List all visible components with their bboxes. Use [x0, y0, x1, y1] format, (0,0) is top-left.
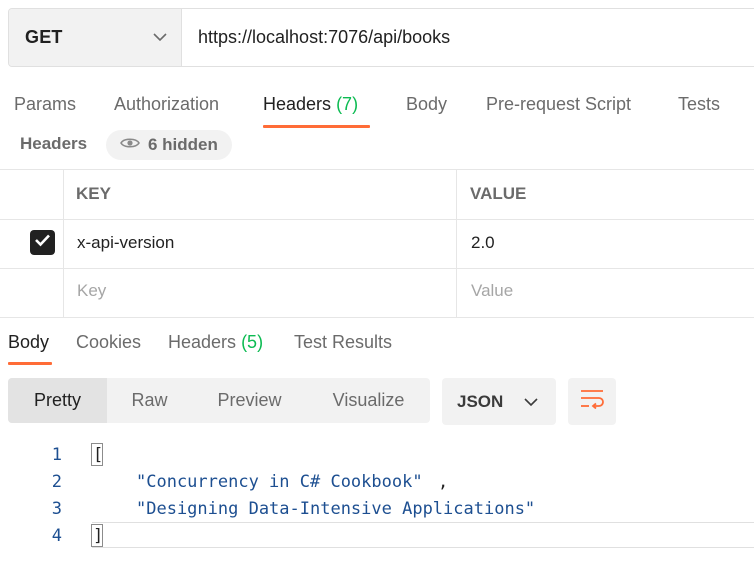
active-tab-indicator [263, 125, 370, 128]
table-border-top [0, 169, 754, 170]
tab-headers-label: Headers [263, 94, 332, 114]
wrap-lines-icon [580, 389, 604, 414]
new-header-key-input[interactable]: Key [77, 281, 106, 301]
view-mode-pretty[interactable]: Pretty [8, 378, 107, 423]
method-label: GET [25, 27, 63, 47]
response-tab-cookies[interactable]: Cookies [76, 332, 141, 353]
view-mode-preview[interactable]: Preview [192, 378, 307, 423]
tab-headers[interactable]: Headers (7) [263, 94, 358, 115]
json-close-bracket: ] [93, 526, 104, 546]
table-border [0, 219, 754, 220]
checkmark-icon [34, 233, 51, 252]
format-select[interactable]: JSON [442, 378, 556, 425]
json-comma: , [438, 472, 449, 492]
current-line-highlight [92, 547, 754, 548]
table-column-divider [63, 169, 64, 317]
header-value-field[interactable]: 2.0 [471, 233, 495, 253]
tab-authorization[interactable]: Authorization [114, 94, 219, 115]
column-header-key: KEY [76, 184, 111, 203]
tab-params[interactable]: Params [14, 94, 76, 115]
method-select[interactable]: GET [9, 9, 182, 66]
eye-icon [120, 135, 148, 155]
json-string: "Concurrency in C# Cookbook" [136, 472, 423, 492]
url-input[interactable]: https://localhost:7076/api/books [182, 9, 754, 66]
table-column-divider [456, 169, 457, 317]
tab-body[interactable]: Body [406, 94, 447, 115]
response-tab-headers-count: (5) [241, 332, 264, 352]
response-tab-body[interactable]: Body [8, 332, 49, 353]
tab-headers-count: (7) [336, 94, 359, 114]
column-header-value: VALUE [470, 184, 527, 203]
line-number: 3 [51, 499, 62, 519]
hidden-headers-label: 6 hidden [148, 135, 218, 154]
tab-pre-request-script[interactable]: Pre-request Script [486, 94, 631, 115]
response-tab-test-results[interactable]: Test Results [294, 332, 392, 353]
format-label: JSON [457, 391, 504, 411]
wrap-lines-button[interactable] [568, 378, 616, 425]
hidden-headers-toggle[interactable]: 6 hidden [106, 130, 232, 160]
table-border-bottom [0, 317, 754, 318]
response-active-tab-indicator [8, 362, 52, 365]
view-mode-selector: Pretty Raw Preview Visualize [8, 378, 430, 423]
line-number: 1 [51, 445, 62, 465]
table-border [0, 268, 754, 269]
headers-section-title: Headers [20, 134, 88, 153]
line-number: 2 [51, 472, 62, 492]
new-header-value-input[interactable]: Value [471, 281, 513, 301]
view-mode-raw[interactable]: Raw [107, 378, 192, 423]
request-bar: GET https://localhost:7076/api/books [8, 8, 754, 67]
view-mode-visualize[interactable]: Visualize [307, 378, 430, 423]
header-enabled-checkbox[interactable] [30, 230, 55, 255]
response-tab-headers-label: Headers [168, 332, 237, 352]
chevron-down-icon [524, 392, 538, 412]
current-line-highlight [92, 522, 754, 523]
line-number: 4 [51, 526, 62, 546]
chevron-down-icon [153, 29, 167, 47]
response-tab-headers[interactable]: Headers (5) [168, 332, 263, 353]
json-open-bracket: [ [93, 445, 104, 465]
header-key-field[interactable]: x-api-version [77, 233, 174, 253]
json-string: "Designing Data-Intensive Applications" [136, 499, 536, 519]
tab-tests[interactable]: Tests [678, 94, 720, 115]
